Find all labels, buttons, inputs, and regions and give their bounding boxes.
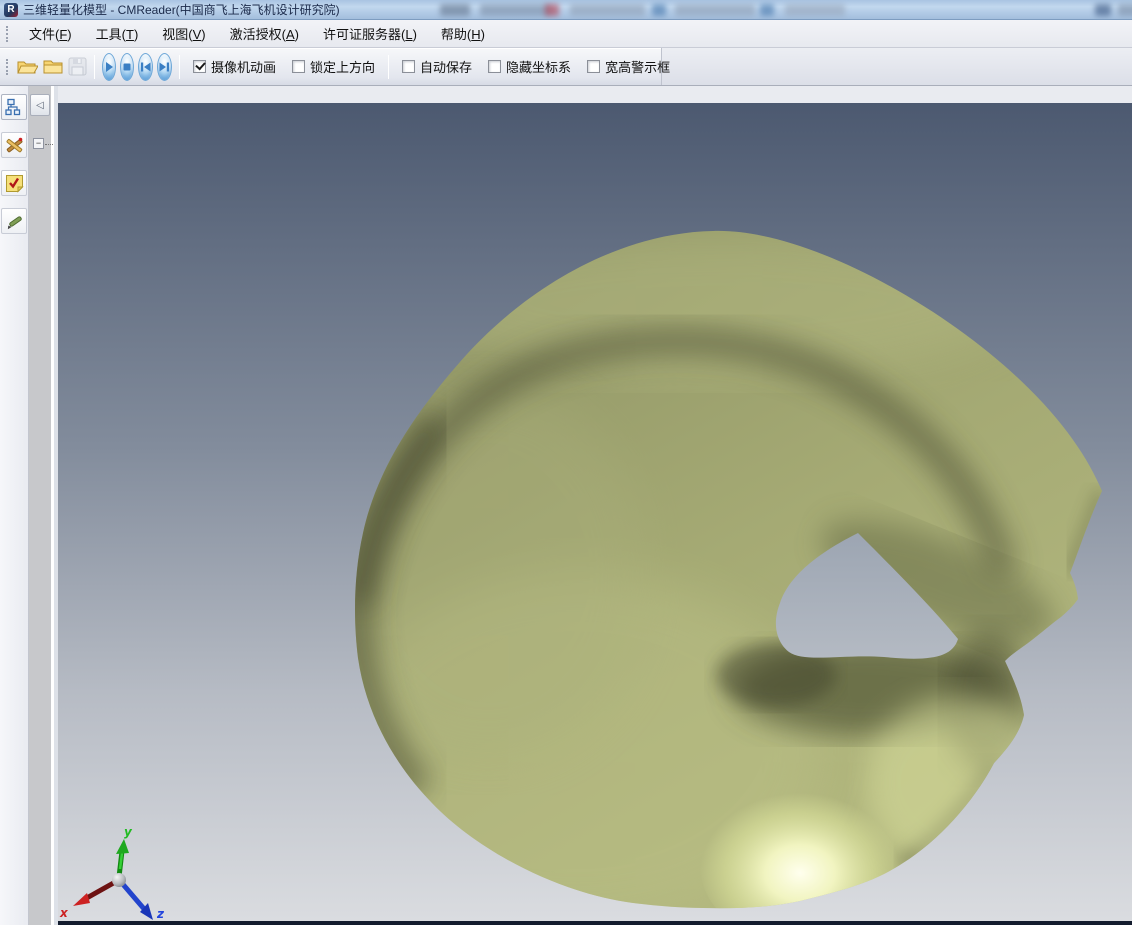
camera-animation-checkbox-label: 摄像机动画 bbox=[211, 57, 276, 76]
folder-icon bbox=[42, 58, 64, 76]
measure-tools-icon bbox=[5, 136, 24, 155]
stop-icon bbox=[121, 61, 133, 73]
menu-help[interactable]: 帮助(H) bbox=[429, 20, 497, 47]
toolbar-grip[interactable] bbox=[6, 26, 11, 42]
x-axis-label: x bbox=[59, 906, 69, 920]
menu-license-server[interactable]: 许可证服务器(L) bbox=[311, 20, 429, 47]
background-blur-blob bbox=[785, 4, 845, 16]
skip-to-start-button[interactable] bbox=[138, 53, 153, 81]
triad-origin-sphere bbox=[112, 873, 126, 887]
toolbar-separator bbox=[94, 55, 95, 79]
main-body: ◁ − bbox=[0, 86, 1132, 925]
menu-file[interactable]: 文件(F) bbox=[17, 20, 84, 47]
background-blur-blob bbox=[1118, 4, 1132, 16]
aspect-warning-frame-checkbox-box[interactable] bbox=[587, 60, 600, 73]
lock-up-direction-checkbox-label: 锁定上方向 bbox=[310, 57, 375, 76]
skip-to-start-icon bbox=[139, 61, 152, 73]
panel-splitter[interactable] bbox=[51, 86, 58, 925]
aspect-warning-frame-checkbox-label: 宽高警示框 bbox=[605, 57, 670, 76]
viewport-canvas[interactable]: y x z bbox=[58, 103, 1132, 921]
taskbar-edge bbox=[58, 921, 1132, 925]
floppy-disk-icon bbox=[68, 57, 87, 76]
measure-tools-button[interactable] bbox=[1, 132, 27, 158]
aspect-warning-frame-checkbox[interactable]: 宽高警示框 bbox=[587, 57, 670, 76]
collapsed-tree-panel: ◁ − bbox=[29, 86, 51, 925]
background-blur-blob bbox=[480, 4, 550, 16]
open-file-button[interactable] bbox=[15, 52, 39, 82]
viewport-area: y x z bbox=[58, 86, 1132, 925]
folder-open-icon bbox=[16, 58, 38, 76]
window-title: 三维轻量化模型 - CMReader(中国商飞上海飞机设计研究院) bbox=[23, 1, 340, 18]
toolbar-strip: 摄像机动画锁定上方向 自动保存隐藏坐标系宽高警示框 bbox=[0, 48, 662, 85]
title-bar[interactable]: R 三维轻量化模型 - CMReader(中国商飞上海飞机设计研究院) bbox=[0, 0, 1132, 20]
collapse-arrow-icon: ◁ bbox=[36, 100, 44, 111]
z-axis-label: z bbox=[156, 907, 165, 921]
auto-save-checkbox[interactable]: 自动保存 bbox=[402, 57, 472, 76]
play-icon bbox=[103, 61, 115, 73]
stop-button[interactable] bbox=[120, 53, 134, 81]
menu-activate-license[interactable]: 激活授权(A) bbox=[218, 20, 311, 47]
toolbar-separator bbox=[388, 55, 389, 79]
model-tree-icon bbox=[5, 98, 23, 116]
open-folder-button[interactable] bbox=[41, 52, 65, 82]
annotation-note-button[interactable] bbox=[1, 170, 27, 196]
collapse-panel-button[interactable]: ◁ bbox=[30, 94, 50, 116]
y-axis-label: y bbox=[124, 825, 133, 839]
lock-up-direction-checkbox-box[interactable] bbox=[292, 60, 305, 73]
note-check-icon bbox=[5, 174, 24, 193]
background-blur-blob bbox=[545, 4, 559, 16]
save-button[interactable] bbox=[67, 52, 88, 82]
toolbar-separator bbox=[179, 55, 180, 79]
camera-animation-checkbox-box[interactable] bbox=[193, 60, 206, 73]
background-blur-blob bbox=[570, 4, 645, 16]
skip-to-end-icon bbox=[158, 61, 171, 73]
hide-coordinate-system-checkbox-label: 隐藏坐标系 bbox=[506, 57, 571, 76]
background-blur-blob bbox=[760, 4, 774, 16]
menu-tools[interactable]: 工具(T) bbox=[84, 20, 151, 47]
model-tree-button[interactable] bbox=[1, 94, 27, 120]
background-blur-blob bbox=[675, 4, 755, 16]
menu-bar: 文件(F)工具(T)视图(V)激活授权(A)许可证服务器(L)帮助(H) bbox=[0, 20, 1132, 48]
pen-markup-button[interactable] bbox=[1, 208, 27, 234]
background-blur-blob bbox=[1095, 4, 1111, 16]
toolbar: 摄像机动画 锁定上方向 自动保存 隐藏坐标系 宽高警示框 bbox=[0, 48, 1132, 86]
app-icon: R bbox=[4, 3, 18, 17]
camera-animation-checkbox[interactable]: 摄像机动画 bbox=[193, 57, 276, 76]
toolbar-grip[interactable] bbox=[6, 59, 8, 75]
skip-to-end-button[interactable] bbox=[157, 53, 172, 81]
background-blur-blob bbox=[652, 4, 666, 16]
pen-icon bbox=[5, 212, 24, 231]
lock-up-direction-checkbox[interactable]: 锁定上方向 bbox=[292, 57, 375, 76]
menu-view[interactable]: 视图(V) bbox=[150, 20, 217, 47]
auto-save-checkbox-label: 自动保存 bbox=[420, 57, 472, 76]
tree-expander-toggle[interactable]: − bbox=[33, 138, 44, 149]
play-button[interactable] bbox=[102, 53, 116, 81]
left-tool-sidebar bbox=[0, 86, 29, 925]
background-blur-blob bbox=[440, 4, 470, 16]
hide-coordinate-system-checkbox-box[interactable] bbox=[488, 60, 501, 73]
hide-coordinate-system-checkbox[interactable]: 隐藏坐标系 bbox=[488, 57, 571, 76]
auto-save-checkbox-box[interactable] bbox=[402, 60, 415, 73]
